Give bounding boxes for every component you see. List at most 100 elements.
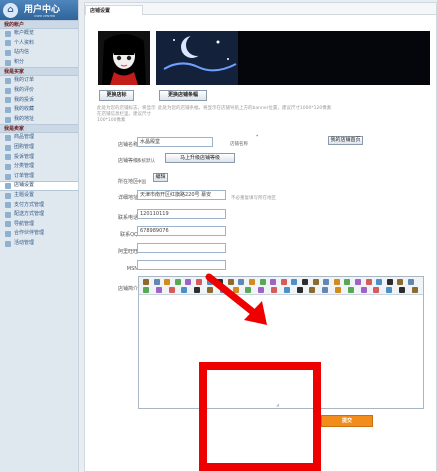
sidebar-item-account-overview[interactable]: 帐户概览 xyxy=(0,29,78,39)
tab-bar: 店铺设置 xyxy=(85,3,436,15)
tab-store-settings[interactable]: 店铺设置 xyxy=(85,5,143,15)
format-1-icon[interactable] xyxy=(155,287,162,293)
format-0-icon[interactable] xyxy=(143,287,149,293)
msn-input[interactable] xyxy=(137,260,226,270)
store-name-note: 店铺名称 xyxy=(230,142,248,147)
toolbar-20-icon[interactable] xyxy=(355,279,361,285)
toolbar-15-icon[interactable] xyxy=(302,279,308,285)
favorites-icon xyxy=(5,106,11,113)
store-banner-image xyxy=(156,31,430,85)
toolbar-17-icon[interactable] xyxy=(323,279,330,285)
toolbar-14-icon[interactable] xyxy=(291,279,298,285)
format-18-icon[interactable] xyxy=(373,287,380,293)
format-3-icon[interactable] xyxy=(181,287,188,293)
wangwang-input[interactable] xyxy=(137,243,226,253)
qq-input[interactable]: 678989076 xyxy=(137,226,226,236)
format-16-icon[interactable] xyxy=(347,287,354,293)
edit-region-button[interactable]: 编辑 xyxy=(153,173,168,182)
anime-girl-image xyxy=(98,31,150,85)
partners-icon xyxy=(5,231,11,238)
toolbar-22-icon[interactable] xyxy=(376,279,383,285)
format-20-icon[interactable] xyxy=(399,287,405,293)
section-seller: 我是卖家 xyxy=(0,124,78,134)
region-value: 中国 xyxy=(137,180,146,185)
sidebar-item-store-settings[interactable]: 店铺设置 xyxy=(0,181,78,191)
store-logo-image xyxy=(98,31,150,85)
sidebar-item-categories[interactable]: 分类管理 xyxy=(0,162,78,172)
toolbar-19-icon[interactable] xyxy=(344,279,351,285)
toolbar-1-icon[interactable] xyxy=(153,279,160,285)
toolbar-16-icon[interactable] xyxy=(312,279,319,285)
phone-input[interactable]: 120110119 xyxy=(137,209,226,219)
toolbar-18-icon[interactable] xyxy=(333,279,340,285)
toolbar-2-icon[interactable] xyxy=(164,279,171,285)
format-13-icon[interactable] xyxy=(309,287,316,293)
sidebar-item-shipping[interactable]: 配送方式管理 xyxy=(0,210,78,220)
sidebar-item-my-favorites[interactable]: 我的收藏 xyxy=(0,105,78,115)
sidebar-item-my-reviews[interactable]: 我的评价 xyxy=(0,86,78,96)
highlight-box xyxy=(199,362,321,471)
section-my-account: 我的帐户 xyxy=(0,20,78,29)
format-17-icon[interactable] xyxy=(360,287,367,293)
format-4-icon[interactable] xyxy=(194,287,201,293)
toolbar-3-icon[interactable] xyxy=(174,279,181,285)
address-icon xyxy=(5,116,11,123)
groupbuy-icon xyxy=(5,144,11,151)
editor-toolbar xyxy=(139,277,423,295)
sidebar-subtitle: USER CENTER xyxy=(34,14,56,18)
shipping-icon xyxy=(5,211,11,218)
sidebar-item-groupbuy[interactable]: 团购管理 xyxy=(0,143,78,153)
sidebar-item-partners[interactable]: 合作伙伴管理 xyxy=(0,229,78,239)
sidebar-item-order-manage[interactable]: 订单管理 xyxy=(0,172,78,182)
intro-label: 店铺简介： xyxy=(117,286,143,292)
navigation-icon xyxy=(5,221,11,228)
payment-icon xyxy=(5,202,11,209)
profile-icon xyxy=(5,40,11,47)
store-name-label: 店铺名称： xyxy=(117,142,143,148)
toolbar-25-icon[interactable] xyxy=(408,279,414,285)
message-icon xyxy=(5,49,11,56)
sidebar-item-my-orders[interactable]: 我的订单 xyxy=(0,76,78,86)
store-name-input[interactable]: 水晶殿堂 xyxy=(137,137,213,147)
theme-icon xyxy=(5,192,11,199)
format-12-icon[interactable] xyxy=(296,287,303,293)
upgrade-store-button[interactable]: 马上升级店铺等级 xyxy=(165,153,235,163)
sidebar-item-my-complaints[interactable]: 我的投诉 xyxy=(0,96,78,106)
sidebar-item-messages[interactable]: 站内信 xyxy=(0,48,78,58)
sidebar-item-profile[interactable]: 个人资料 xyxy=(0,39,78,49)
sidebar-item-complaints-manage[interactable]: 投诉管理 xyxy=(0,153,78,163)
format-19-icon[interactable] xyxy=(386,287,393,293)
toolbar-4-icon[interactable] xyxy=(185,279,192,285)
sidebar-item-theme[interactable]: 主题设置 xyxy=(0,191,78,201)
reviews-icon xyxy=(5,87,11,94)
format-2-icon[interactable] xyxy=(168,287,175,293)
products-icon xyxy=(5,135,11,142)
sidebar-item-products[interactable]: 商品管理 xyxy=(0,133,78,143)
address-input[interactable]: 天津市南开区红旗路220号 慕安 xyxy=(137,190,226,200)
complaint-manage-icon xyxy=(5,154,11,161)
toolbar-5-icon[interactable] xyxy=(196,279,202,285)
sidebar-item-activities[interactable]: 活动管理 xyxy=(0,239,78,249)
sidebar-item-points[interactable]: 积分 xyxy=(0,58,78,68)
address-hint: 不必重复填写所在地区 xyxy=(231,196,276,201)
overview-icon xyxy=(5,30,11,37)
format-14-icon[interactable] xyxy=(322,287,329,293)
sidebar: ⌂ 用户中心 USER CENTER 我的帐户 帐户概览 个人资料 站内信 积分… xyxy=(0,0,79,472)
phone-label: 联系电话： xyxy=(117,215,143,221)
sidebar-item-navigation[interactable]: 导航管理 xyxy=(0,220,78,230)
sidebar-item-my-address[interactable]: 我的地址 xyxy=(0,115,78,125)
format-15-icon[interactable] xyxy=(335,287,341,293)
format-21-icon[interactable] xyxy=(411,287,418,293)
change-logo-button[interactable]: 更换店标 xyxy=(99,90,134,101)
toolbar-21-icon[interactable] xyxy=(365,279,372,285)
format-11-icon[interactable] xyxy=(283,287,290,293)
sidebar-item-payment[interactable]: 支付方式管理 xyxy=(0,201,78,211)
toolbar-24-icon[interactable] xyxy=(397,279,404,285)
submit-button[interactable]: 提交 xyxy=(321,415,373,427)
toolbar-23-icon[interactable] xyxy=(386,279,393,285)
user-center-icon: ⌂ xyxy=(3,2,18,18)
change-banner-button[interactable]: 更换店铺条幅 xyxy=(159,90,207,101)
toolbar-0-icon[interactable] xyxy=(143,279,149,285)
my-store-home-button[interactable]: 我的店铺首页 xyxy=(328,136,363,145)
toolbar-13-icon[interactable] xyxy=(280,279,287,285)
